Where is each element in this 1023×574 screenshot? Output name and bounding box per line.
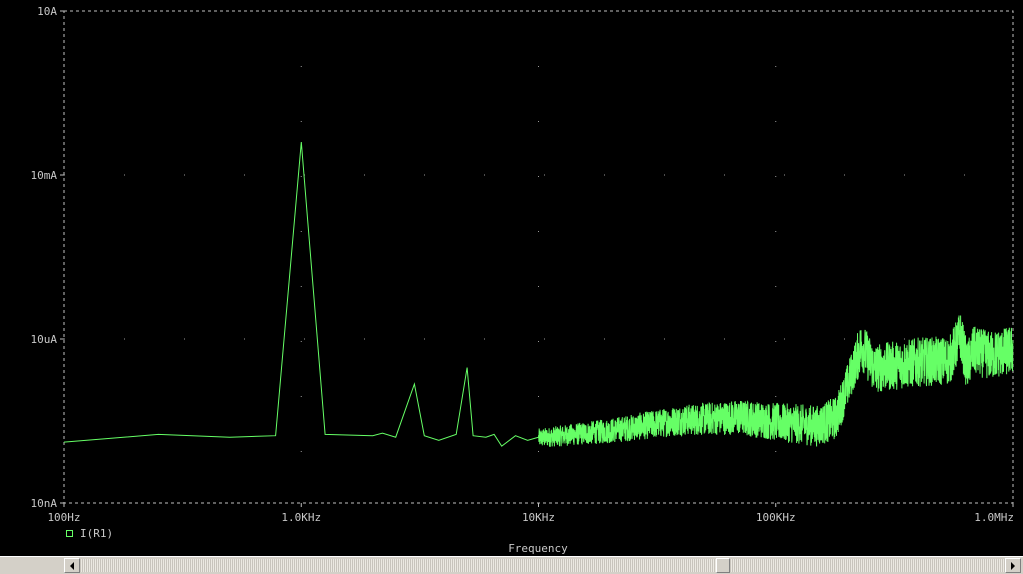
y-tick-label: 10nA — [31, 497, 58, 510]
arrow-right-icon — [1011, 561, 1015, 570]
y-tick-label: 10mA — [31, 169, 58, 182]
scroll-thumb[interactable] — [716, 558, 730, 573]
x-axis: 100Hz 1.0KHz 10KHz 100KHz 1.0MHz — [47, 503, 1014, 524]
x-axis-title: Frequency — [508, 542, 568, 555]
legend[interactable]: I(R1) — [66, 527, 114, 540]
y-tick-label: 10A — [37, 5, 57, 18]
y-tick-label: 10uA — [31, 333, 58, 346]
grid — [64, 11, 1013, 503]
scroll-left-button[interactable] — [64, 558, 80, 573]
x-tick-label: 1.0MHz — [974, 511, 1014, 524]
series-layer — [63, 142, 1014, 447]
chart: 10nA 10uA 10mA 10A 100Hz 1.0KHz 10KHz 100KHz 1.… — [31, 5, 1015, 555]
horizontal-scrollbar[interactable] — [0, 556, 1023, 574]
scroll-track-right[interactable] — [730, 559, 1005, 572]
series-line-i-r1 — [63, 142, 1014, 447]
x-tick-label: 1.0KHz — [281, 511, 321, 524]
y-axis: 10nA 10uA 10mA 10A — [31, 5, 64, 510]
x-tick-label: 100Hz — [47, 511, 80, 524]
x-tick-label: 100KHz — [756, 511, 796, 524]
x-tick-label: 10KHz — [522, 511, 555, 524]
legend-marker-icon — [66, 530, 73, 537]
scroll-track-left[interactable] — [80, 559, 716, 572]
scroll-right-button[interactable] — [1005, 558, 1021, 573]
legend-label[interactable]: I(R1) — [80, 527, 113, 540]
plot-area-frame — [63, 10, 1014, 504]
arrow-left-icon — [70, 561, 74, 570]
